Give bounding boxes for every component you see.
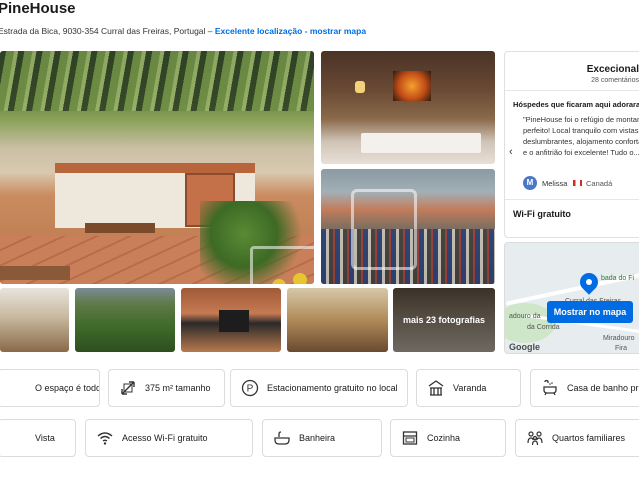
amenity-bathtub: Banheira <box>262 419 382 457</box>
review-card: Excecional 28 comentários Hóspedes que f… <box>504 51 639 238</box>
fireplace <box>393 71 431 101</box>
amenity-label: Banheira <box>299 433 336 443</box>
photo-village-festival[interactable] <box>321 169 495 284</box>
map-label: adouro da <box>509 313 541 320</box>
divider <box>505 199 639 200</box>
svg-text:P: P <box>247 384 254 395</box>
map-label: Miradouro <box>603 335 635 342</box>
parking-icon: P <box>241 379 259 397</box>
amenity-size: 375 m² tamanho <box>108 369 225 407</box>
wifi-icon <box>96 429 114 447</box>
picnic-table <box>85 223 155 233</box>
photo-mountain-view[interactable] <box>75 288 175 352</box>
map-pin-icon <box>576 269 602 295</box>
map-preview[interactable]: badа do Fi Curral das Freiras adouro da … <box>504 242 639 354</box>
bathtub-icon <box>273 429 291 447</box>
amenity-label: O espaço é todo seu <box>35 383 100 393</box>
amenity-private-bathroom: Casa de banho privada <box>530 369 639 407</box>
fireplace <box>219 310 249 332</box>
amenity-label: Varanda <box>453 383 487 393</box>
photo-dining-room[interactable] <box>287 288 388 352</box>
amenity-view: Vista <box>0 419 76 457</box>
amenity-label: Quartos familiares <box>552 433 626 443</box>
map-label: da Corrida <box>527 324 560 331</box>
amenity-wifi: Acesso Wi-Fi gratuito <box>85 419 253 457</box>
pergola-roof <box>0 51 314 111</box>
watermark <box>351 189 417 270</box>
map-label: Fira <box>615 345 628 352</box>
bench <box>0 266 70 280</box>
main-photo[interactable] <box>0 51 314 284</box>
dining-table <box>361 133 481 153</box>
bath-icon <box>541 379 559 397</box>
amenity-label: Vista <box>35 433 55 443</box>
view-icon <box>9 429 27 447</box>
lamp <box>355 81 365 93</box>
amenity-label: 375 m² tamanho <box>145 383 211 393</box>
photo-lounge[interactable] <box>181 288 281 352</box>
watermark <box>250 246 314 284</box>
house-icon <box>9 379 27 397</box>
reviewer-country: Canadá <box>586 179 613 188</box>
address-text: Estrada da Bica, 9030-354 Curral das Fre… <box>0 26 213 36</box>
map-label: badа do Fi <box>601 275 635 282</box>
review-quote: "PineHouse foi o refúgio de montanha per… <box>523 115 639 157</box>
liked-heading: Hóspedes que ficaram aqui adoraram <box>513 100 639 109</box>
review-count[interactable]: 28 comentários <box>591 77 639 84</box>
show-on-map-button[interactable]: Mostrar no mapa <box>547 301 633 323</box>
amenity-entire-place: O espaço é todo seu <box>0 369 100 407</box>
canada-flag-icon <box>573 180 582 186</box>
chevron-left-icon[interactable]: ‹ <box>509 146 513 158</box>
amenity-family-rooms: Quartos familiares <box>515 419 639 457</box>
avatar: M <box>523 176 537 190</box>
size-icon <box>119 379 137 397</box>
amenity-balcony: Varanda <box>416 369 521 407</box>
show-map-link[interactable]: Excelente localização - mostrar mapa <box>215 26 366 36</box>
photo-fireplace-dining[interactable] <box>321 51 495 164</box>
family-icon <box>526 429 544 447</box>
photo-living-room[interactable] <box>0 288 69 352</box>
divider <box>505 90 639 91</box>
amenity-label: Estacionamento gratuito no local <box>267 383 398 393</box>
more-photos-link[interactable]: mais 23 fotografias <box>393 315 495 325</box>
kitchen-icon <box>401 429 419 447</box>
reviewer-name: Melissa <box>542 179 568 188</box>
photo-more[interactable]: mais 23 fotografias <box>393 288 495 352</box>
review-score-label[interactable]: Excecional <box>587 64 639 75</box>
property-title: PineHouse <box>0 0 76 17</box>
wifi-rating-label: Wi-Fi gratuito <box>513 209 571 219</box>
amenity-label: Casa de banho privada <box>567 383 639 393</box>
amenity-label: Cozinha <box>427 433 461 443</box>
amenity-parking: P Estacionamento gratuito no local <box>230 369 408 407</box>
property-address: Estrada da Bica, 9030-354 Curral das Fre… <box>0 26 366 36</box>
amenity-kitchen: Cozinha <box>390 419 506 457</box>
google-logo: Google <box>509 342 540 352</box>
amenity-label: Acesso Wi-Fi gratuito <box>122 433 208 443</box>
balcony-icon <box>427 379 445 397</box>
